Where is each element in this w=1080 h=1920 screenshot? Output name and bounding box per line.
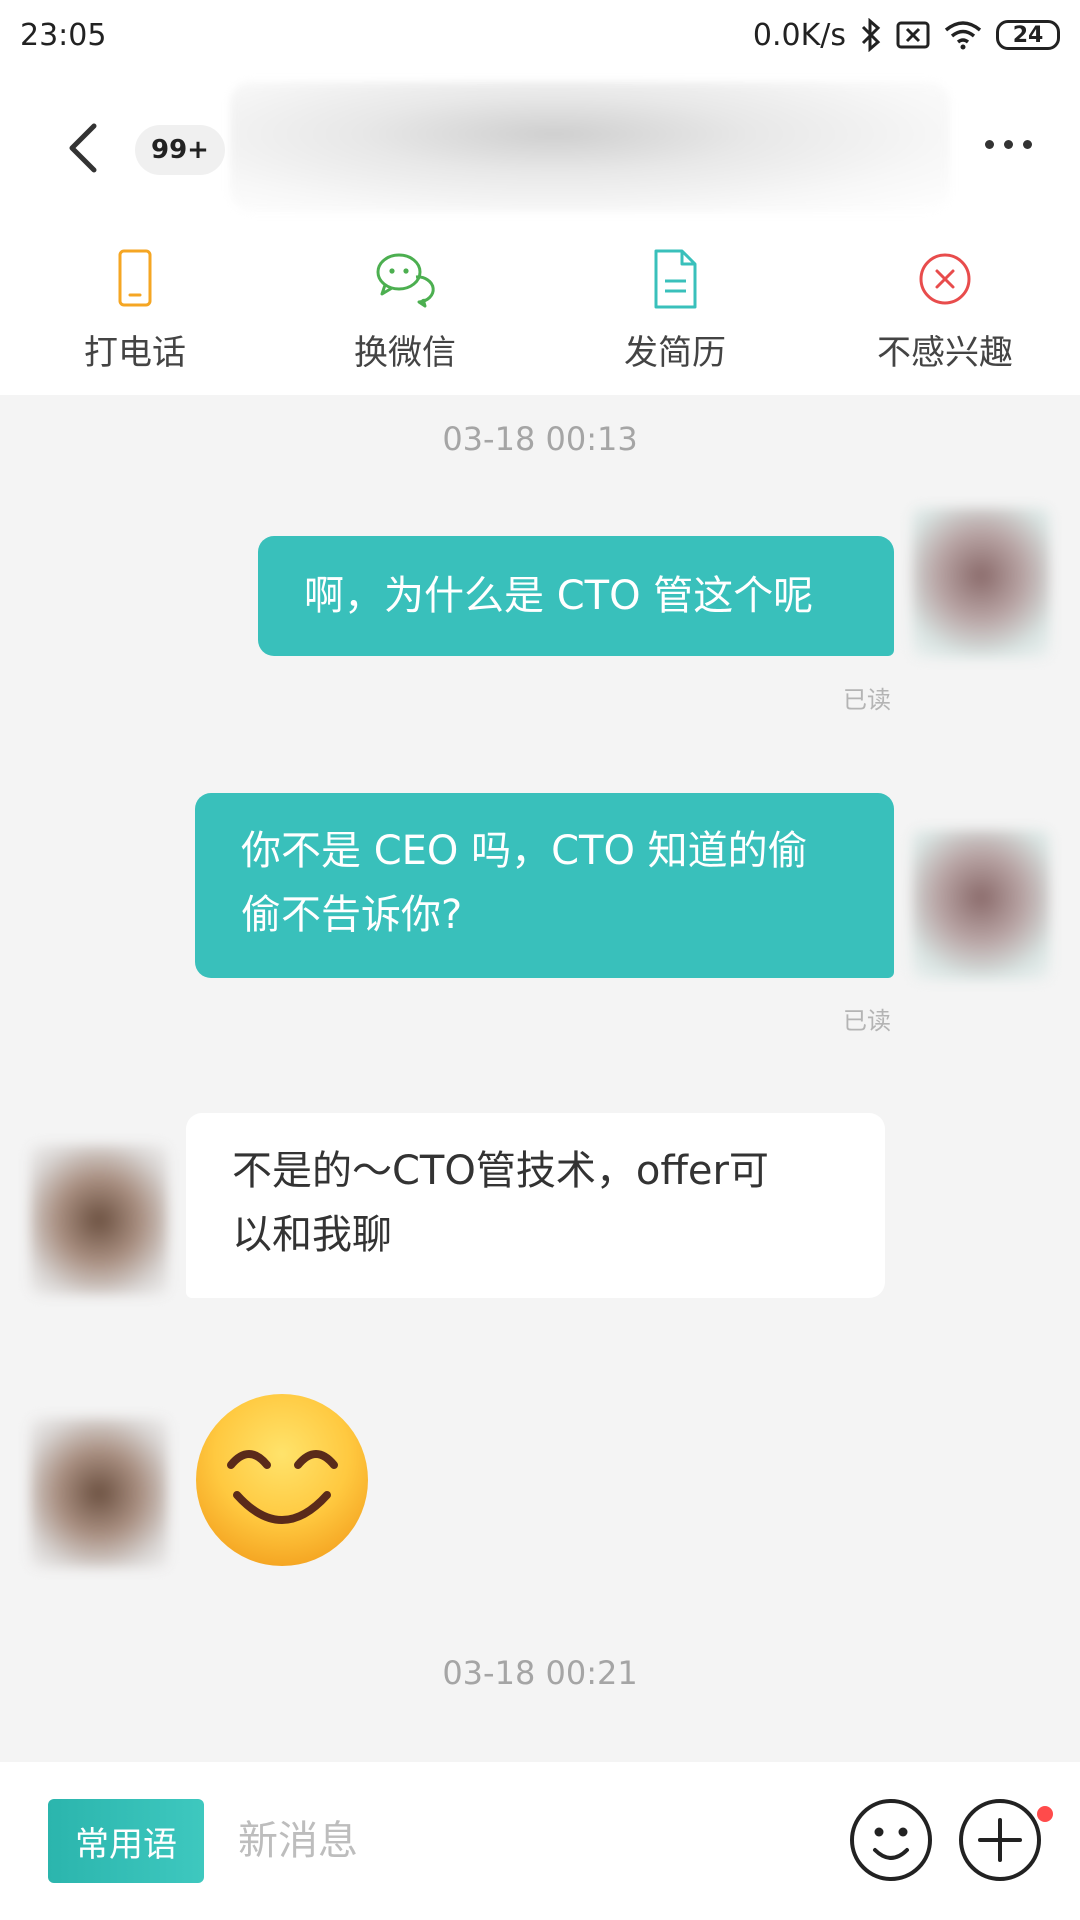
exchange-wechat-button[interactable]: 换微信	[270, 225, 540, 395]
call-action-button[interactable]: 打电话	[0, 225, 270, 395]
message-timestamp: 03-18 00:13	[442, 420, 638, 458]
chevron-left-icon[interactable]	[60, 118, 110, 178]
document-icon	[654, 249, 697, 309]
contact-avatar[interactable]	[30, 1418, 168, 1568]
chat-header: 99+	[0, 70, 1080, 225]
status-bar: 23:05 0.0K/s 24	[0, 0, 1080, 70]
phone-icon	[118, 249, 152, 307]
message-text-line: 以和我聊	[232, 1212, 392, 1258]
message-text-line: 偷不告诉你?	[241, 892, 463, 938]
smiley-icon[interactable]	[849, 1798, 933, 1882]
read-receipt: 已读	[843, 1007, 891, 1035]
send-resume-label: 发简历	[624, 333, 726, 373]
smiling-face-emoji[interactable]	[195, 1393, 370, 1568]
unread-count-badge[interactable]: 99+	[135, 125, 225, 175]
message-input-bar: 常用语	[0, 1762, 1080, 1920]
not-interested-label: 不感兴趣	[877, 333, 1013, 373]
message-timestamp: 03-18 00:21	[442, 1654, 638, 1692]
wechat-icon	[376, 253, 435, 308]
message-input[interactable]	[238, 1799, 798, 1883]
my-avatar[interactable]	[912, 830, 1050, 980]
close-circle-icon	[919, 253, 971, 305]
outgoing-message-bubble[interactable]: 你不是 CEO 吗，CTO 知道的偷 偷不告诉你?	[195, 793, 894, 978]
quick-phrases-button[interactable]: 常用语	[48, 1799, 204, 1883]
read-receipt: 已读	[843, 686, 891, 714]
outgoing-message-bubble[interactable]: 啊，为什么是 CTO 管这个呢	[258, 536, 894, 656]
more-dot	[985, 140, 994, 149]
not-interested-button[interactable]: 不感兴趣	[810, 225, 1080, 395]
status-indicators: 0.0K/s 24	[753, 18, 1060, 53]
send-resume-button[interactable]: 发简历	[540, 225, 810, 395]
more-options-button[interactable]	[985, 140, 1032, 149]
message-text: 啊，为什么是 CTO 管这个呢	[304, 573, 814, 619]
incoming-message-bubble[interactable]: 不是的～CTO管技术，offer可 以和我聊	[186, 1113, 885, 1298]
more-dot	[1023, 140, 1032, 149]
exchange-wechat-label: 换微信	[354, 333, 456, 373]
message-text-line: 不是的～CTO管技术，offer可	[232, 1148, 769, 1194]
contact-info-blurred[interactable]	[230, 82, 950, 212]
message-text-line: 你不是 CEO 吗，CTO 知道的偷	[241, 828, 808, 874]
my-avatar[interactable]	[912, 508, 1050, 658]
status-time: 23:05	[20, 17, 107, 53]
plus-circle-icon[interactable]	[958, 1798, 1042, 1882]
wifi-icon	[944, 21, 982, 50]
sim-blocked-icon	[896, 21, 930, 49]
bluetooth-icon	[861, 18, 881, 52]
network-speed: 0.0K/s	[752, 17, 846, 53]
more-dot	[1004, 140, 1013, 149]
contact-avatar[interactable]	[30, 1145, 168, 1295]
call-action-label: 打电话	[84, 333, 186, 373]
notification-dot	[1037, 1806, 1053, 1822]
battery-indicator: 24	[996, 20, 1060, 50]
quick-actions-bar: 打电话 换微信 发简历 不感兴趣	[0, 225, 1080, 395]
